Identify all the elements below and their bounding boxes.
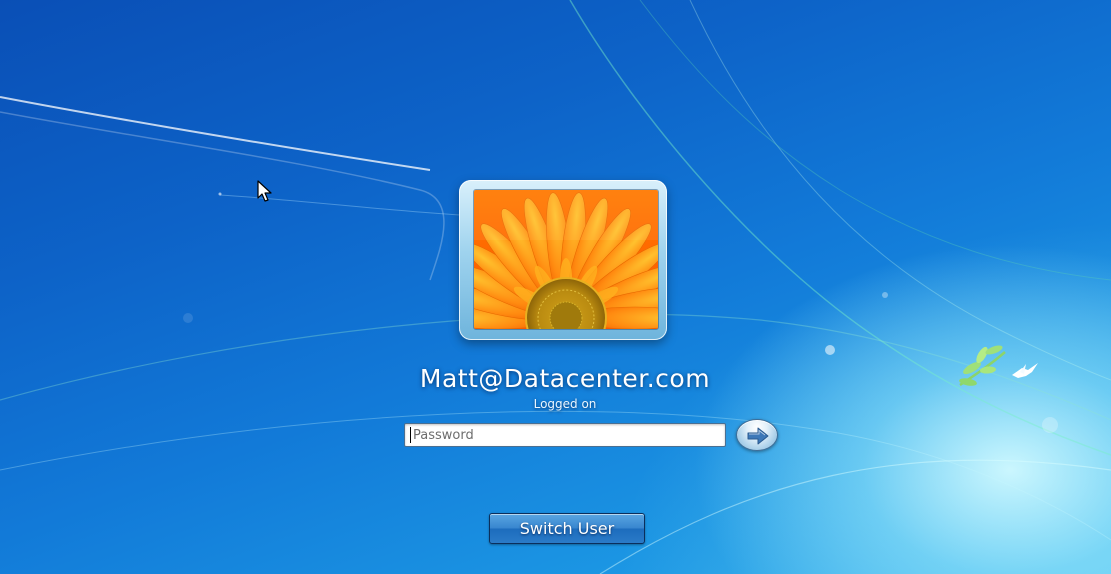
user-avatar-tile[interactable] bbox=[459, 180, 667, 340]
user-status: Logged on bbox=[533, 397, 597, 411]
flower-avatar-icon bbox=[473, 189, 659, 330]
password-input[interactable] bbox=[404, 423, 726, 447]
switch-user-button[interactable]: Switch User bbox=[489, 513, 645, 544]
submit-arrow-button[interactable] bbox=[736, 419, 778, 451]
text-caret bbox=[410, 427, 411, 443]
user-name: Matt@Datacenter.com bbox=[419, 364, 711, 393]
branch-and-bird-decoration bbox=[959, 345, 1038, 387]
right-arrow-icon bbox=[747, 427, 769, 445]
login-screen: Matt@Datacenter.com Logged on Switch Use… bbox=[0, 0, 1111, 574]
mouse-pointer-icon bbox=[257, 180, 272, 202]
